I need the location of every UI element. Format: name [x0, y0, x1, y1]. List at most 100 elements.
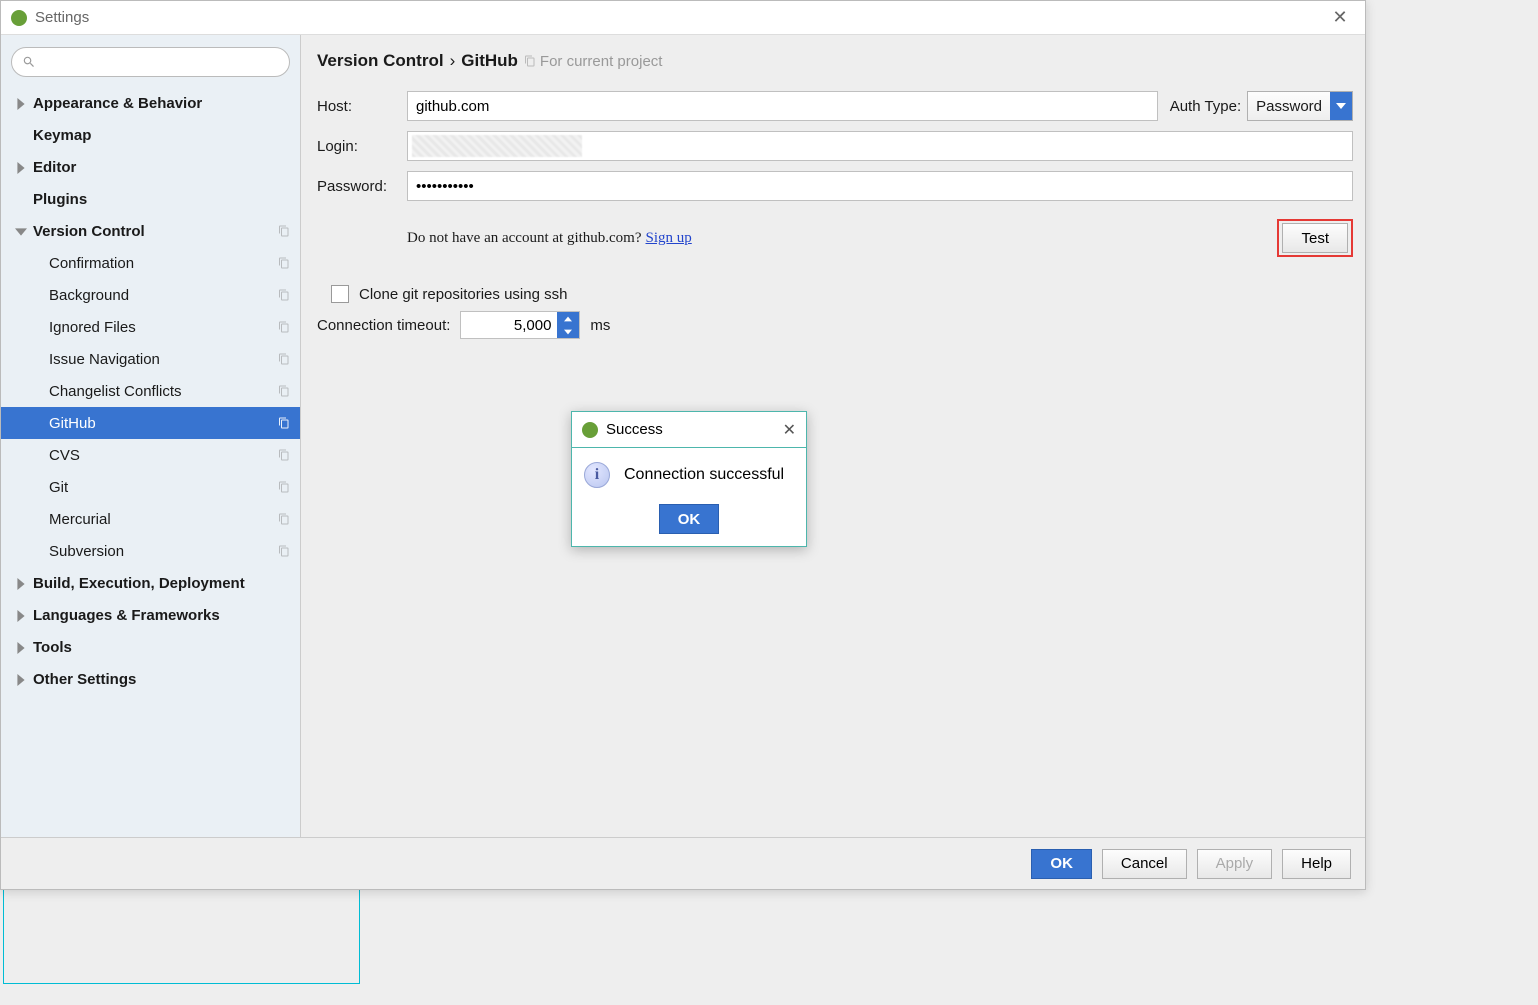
copy-icon	[278, 352, 292, 366]
sidebar-item-label: Ignored Files	[49, 319, 136, 336]
sidebar-item-label: Keymap	[33, 127, 91, 144]
close-icon[interactable]: ✕	[783, 420, 796, 440]
sidebar-item-plugins[interactable]: Plugins	[1, 183, 300, 215]
apply-button[interactable]: Apply	[1197, 849, 1273, 879]
sidebar-item-label: Plugins	[33, 191, 87, 208]
sidebar-item-other-settings[interactable]: Other Settings	[1, 663, 300, 695]
auth-type-value: Password	[1248, 98, 1330, 115]
copy-icon	[278, 320, 292, 334]
test-button[interactable]: Test	[1282, 223, 1348, 253]
copy-icon	[278, 416, 292, 430]
signup-link[interactable]: Sign up	[646, 230, 692, 247]
sidebar-item-label: GitHub	[49, 415, 96, 432]
sidebar-item-label: Confirmation	[49, 255, 134, 272]
auth-type-combo[interactable]: Password	[1247, 91, 1353, 121]
sidebar-item-appearance-behavior[interactable]: Appearance & Behavior	[1, 87, 300, 119]
copy-icon	[278, 512, 292, 526]
sidebar-item-label: Tools	[33, 639, 72, 656]
no-account-text: Do not have an account at github.com?	[407, 230, 642, 247]
chevron-right-icon	[15, 161, 27, 173]
search-input[interactable]	[42, 54, 279, 70]
sidebar-item-ignored-files[interactable]: Ignored Files	[1, 311, 300, 343]
timeout-spinner[interactable]	[460, 311, 580, 339]
auth-type-label: Auth Type:	[1170, 98, 1241, 115]
timeout-input[interactable]	[461, 312, 557, 338]
sidebar-item-confirmation[interactable]: Confirmation	[1, 247, 300, 279]
password-input[interactable]	[407, 171, 1353, 201]
chevron-down-icon	[15, 225, 27, 237]
info-icon: i	[584, 462, 610, 488]
copy-icon	[278, 256, 292, 270]
cancel-button[interactable]: Cancel	[1102, 849, 1187, 879]
sidebar-item-editor[interactable]: Editor	[1, 151, 300, 183]
copy-icon	[278, 384, 292, 398]
sidebar-item-label: Git	[49, 479, 68, 496]
sidebar-item-label: Version Control	[33, 223, 145, 240]
sidebar-item-issue-navigation[interactable]: Issue Navigation	[1, 343, 300, 375]
sidebar-item-keymap[interactable]: Keymap	[1, 119, 300, 151]
breadcrumb-hint: For current project	[524, 53, 663, 70]
sidebar-item-cvs[interactable]: CVS	[1, 439, 300, 471]
login-input[interactable]	[407, 131, 1353, 161]
breadcrumb-sep: ›	[450, 51, 456, 71]
sidebar-item-label: Editor	[33, 159, 76, 176]
titlebar: Settings ✕	[1, 1, 1365, 35]
test-button-highlight: Test	[1277, 219, 1353, 257]
breadcrumb-leaf: GitHub	[461, 51, 518, 71]
sidebar-item-label: Build, Execution, Deployment	[33, 575, 245, 592]
settings-window: Settings ✕ Appearance & Behavior Keymap Ed…	[0, 0, 1366, 890]
timeout-label: Connection timeout:	[317, 317, 450, 334]
breadcrumb: Version Control › GitHub For current pro…	[317, 51, 1353, 71]
host-label: Host:	[317, 98, 407, 115]
host-input[interactable]	[407, 91, 1158, 121]
help-button[interactable]: Help	[1282, 849, 1351, 879]
copy-icon	[278, 544, 292, 558]
timeout-unit: ms	[590, 317, 610, 334]
chevron-right-icon	[15, 641, 27, 653]
login-label: Login:	[317, 138, 407, 155]
sidebar-item-background[interactable]: Background	[1, 279, 300, 311]
sidebar-item-mercurial[interactable]: Mercurial	[1, 503, 300, 535]
spinner-up-icon[interactable]	[557, 312, 579, 325]
chevron-right-icon	[15, 97, 27, 109]
sidebar-item-version-control[interactable]: Version Control	[1, 215, 300, 247]
chevron-right-icon	[15, 673, 27, 685]
close-icon[interactable]: ✕	[1325, 7, 1355, 28]
dialog-message: Connection successful	[624, 466, 784, 484]
settings-tree: Appearance & Behavior Keymap Editor Plugins…	[1, 87, 300, 837]
content-pane: Version Control › GitHub For current pro…	[301, 35, 1365, 837]
sidebar: Appearance & Behavior Keymap Editor Plugins…	[1, 35, 301, 837]
window-body: Appearance & Behavior Keymap Editor Plugins…	[1, 35, 1365, 837]
sidebar-item-changelist-conflicts[interactable]: Changelist Conflicts	[1, 375, 300, 407]
app-icon	[11, 10, 27, 26]
sidebar-item-label: Background	[49, 287, 129, 304]
sidebar-item-label: CVS	[49, 447, 80, 464]
sidebar-item-label: Mercurial	[49, 511, 111, 528]
sidebar-item-build-execution-deployment[interactable]: Build, Execution, Deployment	[1, 567, 300, 599]
breadcrumb-root: Version Control	[317, 51, 444, 71]
chevron-right-icon	[15, 577, 27, 589]
ok-button[interactable]: OK	[1031, 849, 1092, 879]
footer: OK Cancel Apply Help	[1, 837, 1365, 889]
dialog-title: Success	[606, 421, 783, 438]
sidebar-item-languages-frameworks[interactable]: Languages & Frameworks	[1, 599, 300, 631]
clone-ssh-label: Clone git repositories using ssh	[359, 286, 567, 303]
sidebar-item-git[interactable]: Git	[1, 471, 300, 503]
success-dialog: Success ✕ i Connection successful OK	[571, 411, 807, 547]
clone-ssh-checkbox[interactable]	[331, 285, 349, 303]
copy-icon	[278, 224, 292, 238]
sidebar-item-github[interactable]: GitHub	[1, 407, 300, 439]
spinner-down-icon[interactable]	[557, 325, 579, 338]
sidebar-item-label: Subversion	[49, 543, 124, 560]
copy-icon	[278, 288, 292, 302]
copy-icon	[278, 480, 292, 494]
search-icon	[22, 55, 36, 69]
dialog-ok-button[interactable]: OK	[659, 504, 720, 534]
sidebar-item-label: Changelist Conflicts	[49, 383, 182, 400]
search-input-wrap[interactable]	[11, 47, 290, 77]
chevron-right-icon	[15, 609, 27, 621]
sidebar-item-tools[interactable]: Tools	[1, 631, 300, 663]
sidebar-item-label: Issue Navigation	[49, 351, 160, 368]
sidebar-item-subversion[interactable]: Subversion	[1, 535, 300, 567]
sidebar-item-label: Other Settings	[33, 671, 136, 688]
